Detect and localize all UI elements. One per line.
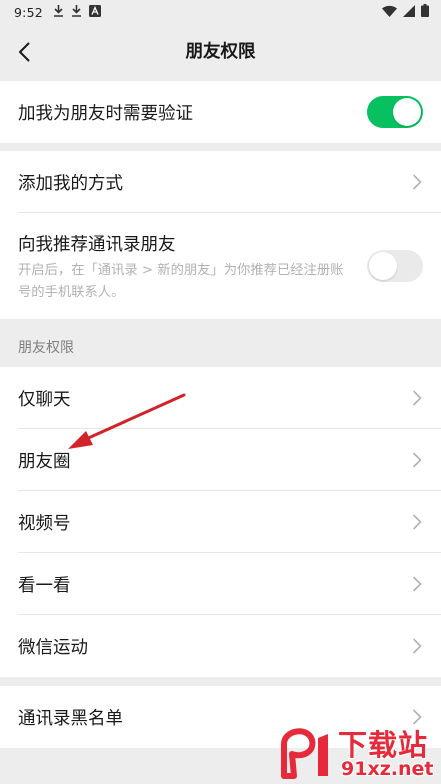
- friend-permission-group: 仅聊天 朋友圈 视频号 看一看 微信运动: [0, 367, 441, 677]
- wifi-icon: [382, 5, 397, 20]
- download-icon: [53, 4, 64, 20]
- recommend-contacts-row: 向我推荐通讯录朋友 开启后，在「通讯录 > 新的朋友」为你推荐已经注册账号的手机…: [0, 213, 441, 319]
- verify-toggle[interactable]: [367, 96, 423, 128]
- permission-item-label: 视频号: [18, 513, 71, 534]
- nav-bar: 朋友权限: [0, 24, 441, 81]
- chevron-right-icon: [413, 390, 422, 406]
- add-me-method-label: 添加我的方式: [18, 173, 123, 194]
- text-app-icon: [88, 4, 101, 20]
- download-icon: [71, 4, 82, 20]
- section-header: 朋友权限: [18, 340, 74, 356]
- watermark-url: 91xz.net: [341, 758, 434, 780]
- chevron-right-icon: [413, 174, 422, 190]
- permission-item-label: 微信运动: [18, 637, 88, 658]
- status-right-icons: [382, 4, 429, 20]
- chevron-left-icon: [19, 42, 30, 62]
- back-button[interactable]: [8, 36, 40, 68]
- toggle-knob: [369, 252, 397, 280]
- permission-item-moments[interactable]: 朋友圈: [0, 429, 441, 491]
- add-method-group: 添加我的方式 向我推荐通讯录朋友 开启后，在「通讯录 > 新的朋友」为你推荐已经…: [0, 151, 441, 319]
- signal-icon: [403, 4, 415, 20]
- permission-item-top-stories[interactable]: 看一看: [0, 553, 441, 615]
- status-time: 9:52: [14, 4, 43, 20]
- recommend-toggle[interactable]: [367, 250, 423, 282]
- toggle-knob: [393, 98, 421, 126]
- page-title: 朋友权限: [185, 42, 256, 62]
- status-bar: 9:52: [0, 0, 441, 24]
- verify-setting-row: 加我为朋友时需要验证: [0, 81, 441, 143]
- add-me-method-row[interactable]: 添加我的方式: [0, 151, 441, 213]
- chevron-right-icon: [413, 452, 422, 468]
- permission-item-label: 看一看: [18, 575, 71, 596]
- permission-item-label: 朋友圈: [18, 451, 71, 472]
- watermark: 下载站 91xz.net: [278, 720, 441, 784]
- contacts-blacklist-label: 通讯录黑名单: [18, 708, 123, 729]
- chevron-right-icon: [413, 638, 422, 654]
- permission-item-channels[interactable]: 视频号: [0, 491, 441, 553]
- verify-group: 加我为朋友时需要验证: [0, 81, 441, 143]
- watermark-logo-icon: [281, 728, 328, 779]
- permission-item-chat-only[interactable]: 仅聊天: [0, 367, 441, 429]
- permission-item-label: 仅聊天: [18, 389, 71, 410]
- chevron-right-icon: [413, 514, 422, 530]
- permission-item-werun[interactable]: 微信运动: [0, 615, 441, 677]
- recommend-contacts-label: 向我推荐通讯录朋友: [18, 235, 176, 255]
- battery-icon: [421, 4, 429, 20]
- recommend-contacts-description: 开启后，在「通讯录 > 新的朋友」为你推荐已经注册账号的手机联系人。: [18, 263, 344, 300]
- verify-setting-label: 加我为朋友时需要验证: [18, 103, 193, 124]
- chevron-right-icon: [413, 576, 422, 592]
